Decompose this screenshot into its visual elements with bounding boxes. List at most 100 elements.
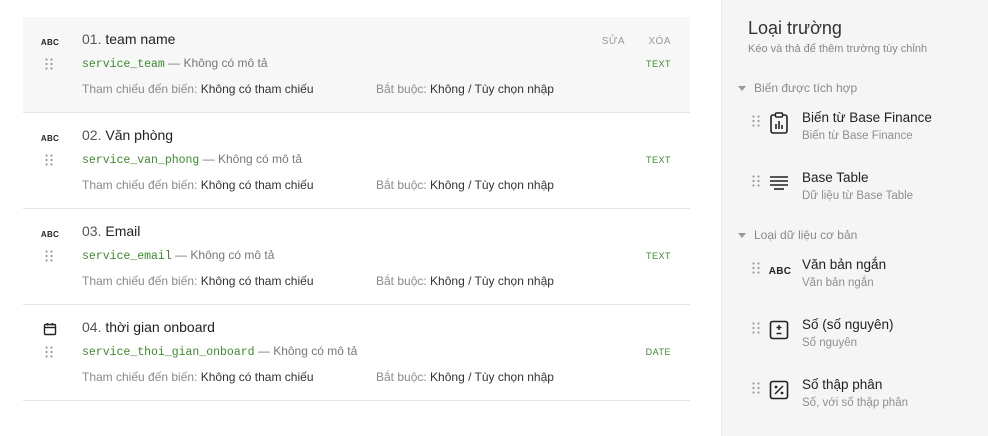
field-title: 01. team name (82, 31, 175, 47)
required-label: Bắt buộc: (376, 274, 427, 288)
field-row[interactable]: 04. thời gian onboard service_thoi_gian_… (23, 305, 690, 401)
percent-box-icon (769, 380, 789, 400)
reference-value: Không có tham chiếu (200, 370, 314, 384)
field-type-badge: DATE (645, 347, 671, 357)
section-integrated-variables[interactable]: Biến được tích hợp (738, 81, 857, 95)
type-item-integer[interactable]: Số (số nguyên) Số nguyên (752, 317, 982, 357)
panel-title: Loại trường (748, 18, 842, 38)
reference-label: Tham chiếu đến biến: (82, 178, 198, 192)
type-item-description: Số, với số thập phân (802, 397, 908, 409)
field-key: service_team (82, 58, 165, 71)
type-item-title: Số (số nguyên) (802, 317, 894, 332)
section-label: Loại dữ liệu cơ bản (754, 228, 858, 242)
field-description: Không có mô tả (183, 56, 268, 70)
abc-icon: ABC (40, 229, 60, 239)
field-row[interactable]: ABC 02. Văn phòng service_van_phong — Kh… (23, 113, 690, 209)
type-item-description: Văn bản ngắn (802, 277, 874, 289)
section-basic-data-types[interactable]: Loại dữ liệu cơ bản (738, 228, 857, 242)
type-item-title: Biến từ Base Finance (802, 110, 932, 125)
type-item-description: Biến từ Base Finance (802, 130, 913, 142)
type-item-decimal[interactable]: Số thập phân Số, với số thập phân (752, 377, 982, 417)
field-required: Bắt buộc: Không / Tùy chọn nhập (376, 370, 554, 384)
type-item-title: Văn bản ngắn (802, 257, 887, 272)
field-types-panel: Loại trường Kéo và thả để thêm trường tù… (721, 0, 988, 436)
field-separator: — (199, 152, 218, 166)
drag-handle-icon[interactable] (45, 346, 53, 358)
required-label: Bắt buộc: (376, 178, 427, 192)
field-key: service_email (82, 250, 172, 263)
reference-label: Tham chiếu đến biến: (82, 82, 198, 96)
field-type-badge: TEXT (645, 251, 671, 261)
required-label: Bắt buộc: (376, 82, 427, 96)
field-name: Email (105, 223, 141, 239)
drag-handle-icon[interactable] (752, 175, 760, 187)
type-item-description: Số nguyên (802, 337, 857, 349)
abc-icon: ABC (768, 265, 792, 277)
field-title: 03. Email (82, 223, 140, 239)
section-label: Biến được tích hợp (754, 81, 858, 95)
field-subtitle: service_van_phong — Không có mô tả (82, 152, 302, 167)
field-row[interactable]: ABC 01. team name service_team — Không c… (23, 17, 690, 113)
abc-icon: ABC (40, 133, 60, 143)
field-subtitle: service_thoi_gian_onboard — Không có mô … (82, 344, 357, 359)
table-lines-icon (770, 176, 788, 190)
type-item-title: Số thập phân (802, 377, 883, 392)
field-required: Bắt buộc: Không / Tùy chọn nhập (376, 178, 554, 192)
plus-minus-box-icon (769, 320, 789, 340)
type-item-short-text[interactable]: ABC Văn bản ngắn Văn bản ngắn (752, 257, 982, 297)
reference-value: Không có tham chiếu (200, 178, 314, 192)
type-item-base-table[interactable]: Base Table Dữ liệu từ Base Table (752, 170, 982, 210)
reference-value: Không có tham chiếu (200, 82, 314, 96)
field-name: Văn phòng (105, 127, 174, 143)
field-reference: Tham chiếu đến biến: Không có tham chiếu (82, 178, 314, 192)
drag-handle-icon[interactable] (752, 115, 760, 127)
field-row[interactable]: ABC 03. Email service_email — Không có m… (23, 209, 690, 305)
reference-value: Không có tham chiếu (200, 274, 314, 288)
field-subtitle: service_team — Không có mô tả (82, 56, 268, 71)
required-value: Không / Tùy chọn nhập (430, 274, 554, 288)
field-reference: Tham chiếu đến biến: Không có tham chiếu (82, 274, 314, 288)
field-reference: Tham chiếu đến biến: Không có tham chiếu (82, 82, 314, 96)
field-required: Bắt buộc: Không / Tùy chọn nhập (376, 274, 554, 288)
field-separator: — (171, 248, 191, 262)
drag-handle-icon[interactable] (752, 322, 760, 334)
drag-handle-icon[interactable] (752, 382, 760, 394)
field-name: thời gian onboard (105, 319, 215, 335)
required-value: Không / Tùy chọn nhập (430, 82, 554, 96)
edit-button[interactable]: SỬA (602, 36, 625, 47)
field-separator: — (164, 56, 184, 70)
field-required: Bắt buộc: Không / Tùy chọn nhập (376, 82, 554, 96)
field-name: team name (105, 31, 176, 47)
field-actions: SỬA XÓA (602, 36, 671, 47)
panel-subtitle: Kéo và thả để thêm trường tùy chỉnh (748, 43, 928, 55)
clipboard-chart-icon (770, 112, 788, 134)
field-key: service_thoi_gian_onboard (82, 346, 255, 359)
drag-handle-icon[interactable] (752, 262, 760, 274)
field-title: 04. thời gian onboard (82, 319, 215, 335)
field-subtitle: service_email — Không có mô tả (82, 248, 274, 263)
required-value: Không / Tùy chọn nhập (430, 178, 554, 192)
calendar-icon (43, 323, 57, 336)
caret-down-icon (738, 85, 746, 91)
abc-icon: ABC (40, 37, 60, 47)
required-value: Không / Tùy chọn nhập (430, 370, 554, 384)
delete-button[interactable]: XÓA (648, 36, 671, 47)
field-type-badge: TEXT (645, 155, 671, 165)
field-key: service_van_phong (82, 154, 200, 167)
field-title: 02. Văn phòng (82, 127, 173, 143)
field-index: 03. (82, 223, 102, 239)
type-item-title: Base Table (802, 170, 869, 185)
field-reference: Tham chiếu đến biến: Không có tham chiếu (82, 370, 314, 384)
field-description: Không có mô tả (190, 248, 275, 262)
field-type-badge: TEXT (645, 59, 671, 69)
drag-handle-icon[interactable] (45, 154, 53, 166)
drag-handle-icon[interactable] (45, 58, 53, 70)
field-description: Không có mô tả (273, 344, 358, 358)
field-list: ABC 01. team name service_team — Không c… (23, 17, 690, 401)
field-description: Không có mô tả (218, 152, 303, 166)
field-index: 01. (82, 31, 102, 47)
type-item-base-finance-variable[interactable]: Biến từ Base Finance Biến từ Base Financ… (752, 110, 982, 150)
required-label: Bắt buộc: (376, 370, 427, 384)
field-index: 04. (82, 319, 102, 335)
drag-handle-icon[interactable] (45, 250, 53, 262)
